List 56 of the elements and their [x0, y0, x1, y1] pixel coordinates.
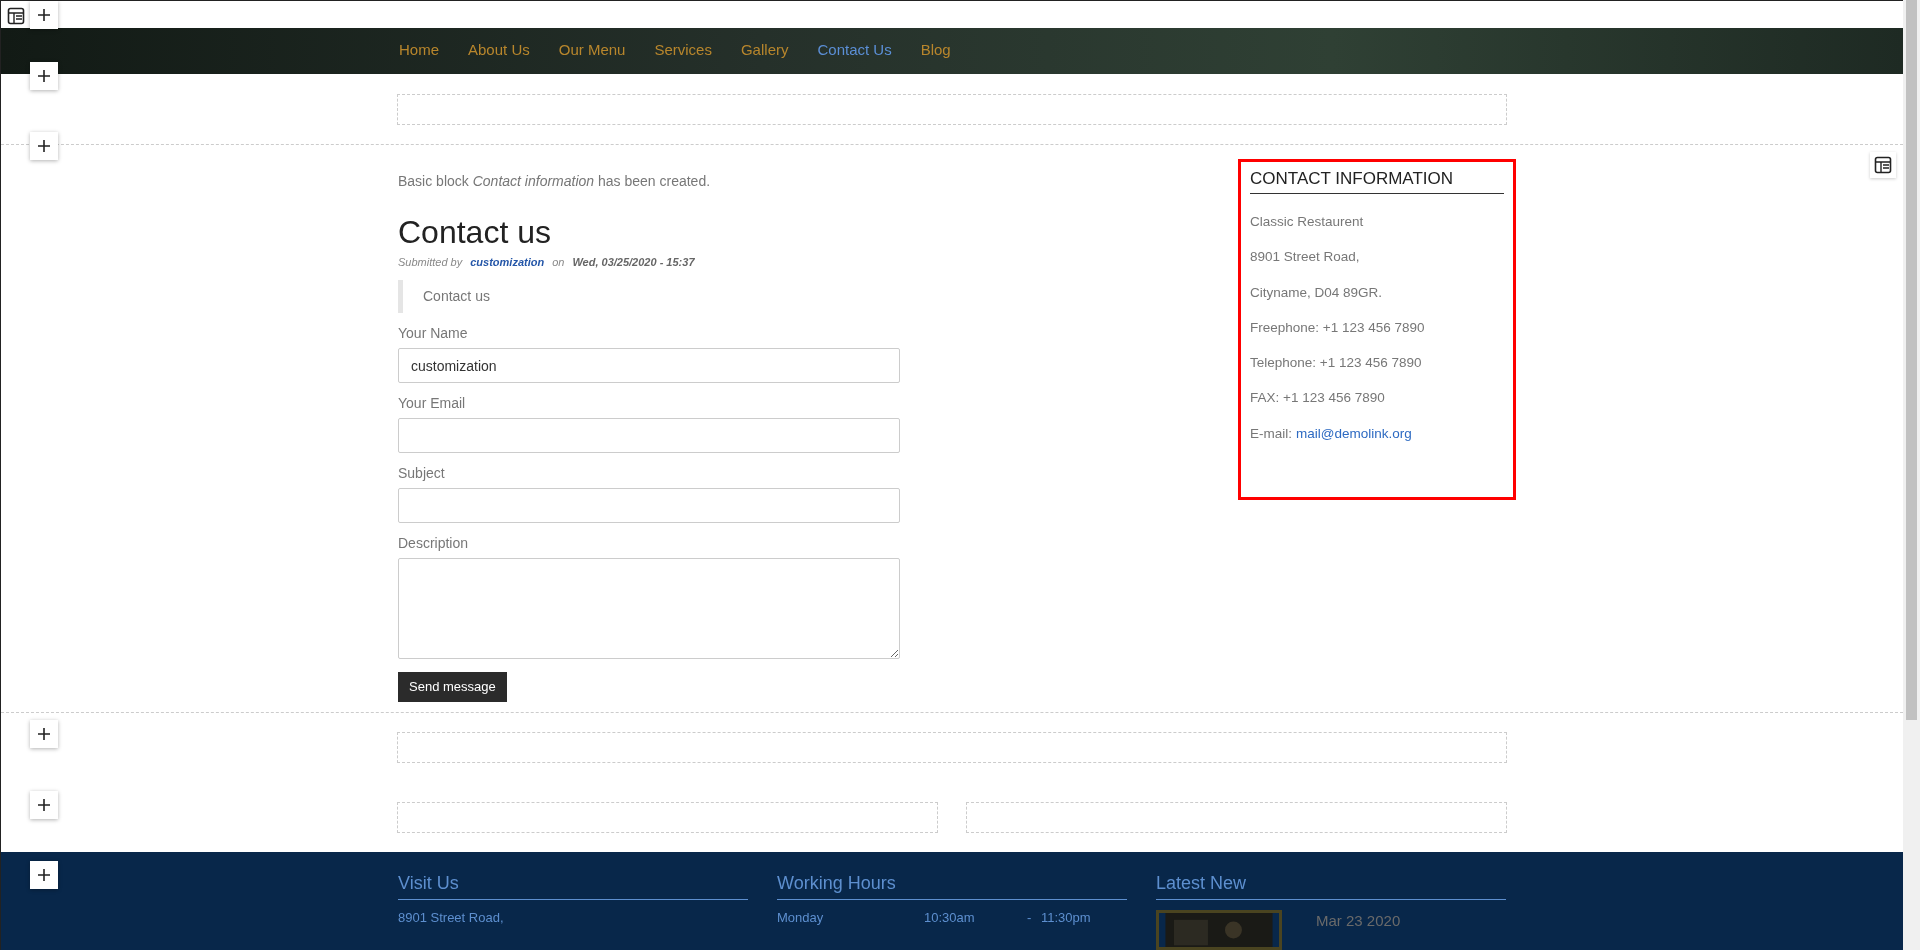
- add-section-button[interactable]: [30, 720, 58, 748]
- contact-line: FAX: +1 123 456 7890: [1250, 389, 1386, 408]
- day-label: Monday: [777, 909, 825, 927]
- plus-icon: [37, 139, 51, 153]
- time-dash: -: [1027, 909, 1033, 927]
- plus-icon: [37, 868, 51, 882]
- footer-heading: Visit Us: [398, 870, 748, 900]
- field-label: Description: [398, 534, 470, 554]
- author-link[interactable]: customization: [470, 253, 545, 271]
- contact-line: 8901 Street Road,: [1250, 248, 1361, 267]
- footer-heading: Latest New: [1156, 870, 1506, 900]
- nav-link[interactable]: Blog: [920, 39, 951, 62]
- news-date: Mar 23 2020: [1316, 911, 1401, 931]
- nav-link[interactable]: Services: [654, 39, 712, 62]
- contact-line: Freephone: +1 123 456 7890: [1250, 318, 1426, 337]
- email-link[interactable]: mail@demolink.org: [1296, 423, 1412, 444]
- add-section-button[interactable]: [30, 62, 58, 90]
- nav-link[interactable]: Our Menu: [558, 39, 626, 62]
- email-label: E-mail:: [1250, 424, 1292, 443]
- block-title: CONTACT INFORMATION: [1250, 165, 1504, 195]
- footer-text: 8901 Street Road,: [398, 909, 505, 927]
- add-section-button[interactable]: [30, 132, 58, 160]
- page-title: Contact us: [398, 212, 552, 252]
- plus-icon: [37, 727, 51, 741]
- status-message: Basic block Contact information has been created.: [398, 171, 712, 191]
- open-time: 10:30am: [924, 909, 976, 927]
- contact-line: Cityname, D04 89GR.: [1250, 283, 1384, 302]
- description-field[interactable]: [398, 558, 900, 660]
- field-label: Your Email: [398, 394, 467, 414]
- nav-link[interactable]: Contact Us: [817, 39, 892, 62]
- add-section-button[interactable]: [30, 1, 58, 29]
- plus-icon: [37, 69, 51, 83]
- contact-line: Telephone: +1 123 456 7890: [1250, 354, 1423, 373]
- send-button[interactable]: Send message: [398, 672, 507, 703]
- nav-link[interactable]: Home: [399, 39, 439, 62]
- contact-line: Classic Restaurent: [1250, 213, 1365, 232]
- on-label: on: [552, 254, 565, 270]
- submitted-label: Submitted by: [398, 254, 463, 270]
- layout-icon: [1874, 156, 1892, 174]
- layout-icon: [7, 7, 25, 25]
- text-field[interactable]: [398, 488, 900, 524]
- nav-link[interactable]: About Us: [468, 39, 530, 62]
- footer-heading: Working Hours: [777, 870, 1127, 900]
- blockquote: Contact us: [398, 280, 900, 314]
- add-section-button[interactable]: [30, 861, 58, 889]
- layout-button[interactable]: [1870, 152, 1896, 178]
- add-section-button[interactable]: [30, 791, 58, 819]
- nav-link[interactable]: Gallery: [740, 39, 789, 62]
- close-time: 11:30pm: [1041, 909, 1091, 927]
- plus-icon: [37, 8, 51, 22]
- post-date: Wed, 03/25/2020 - 15:37: [572, 254, 695, 270]
- text-field[interactable]: [398, 418, 900, 454]
- field-label: Subject: [398, 464, 446, 484]
- plus-icon: [37, 798, 51, 812]
- field-label: Your Name: [398, 324, 469, 344]
- text-field[interactable]: customization: [398, 348, 900, 384]
